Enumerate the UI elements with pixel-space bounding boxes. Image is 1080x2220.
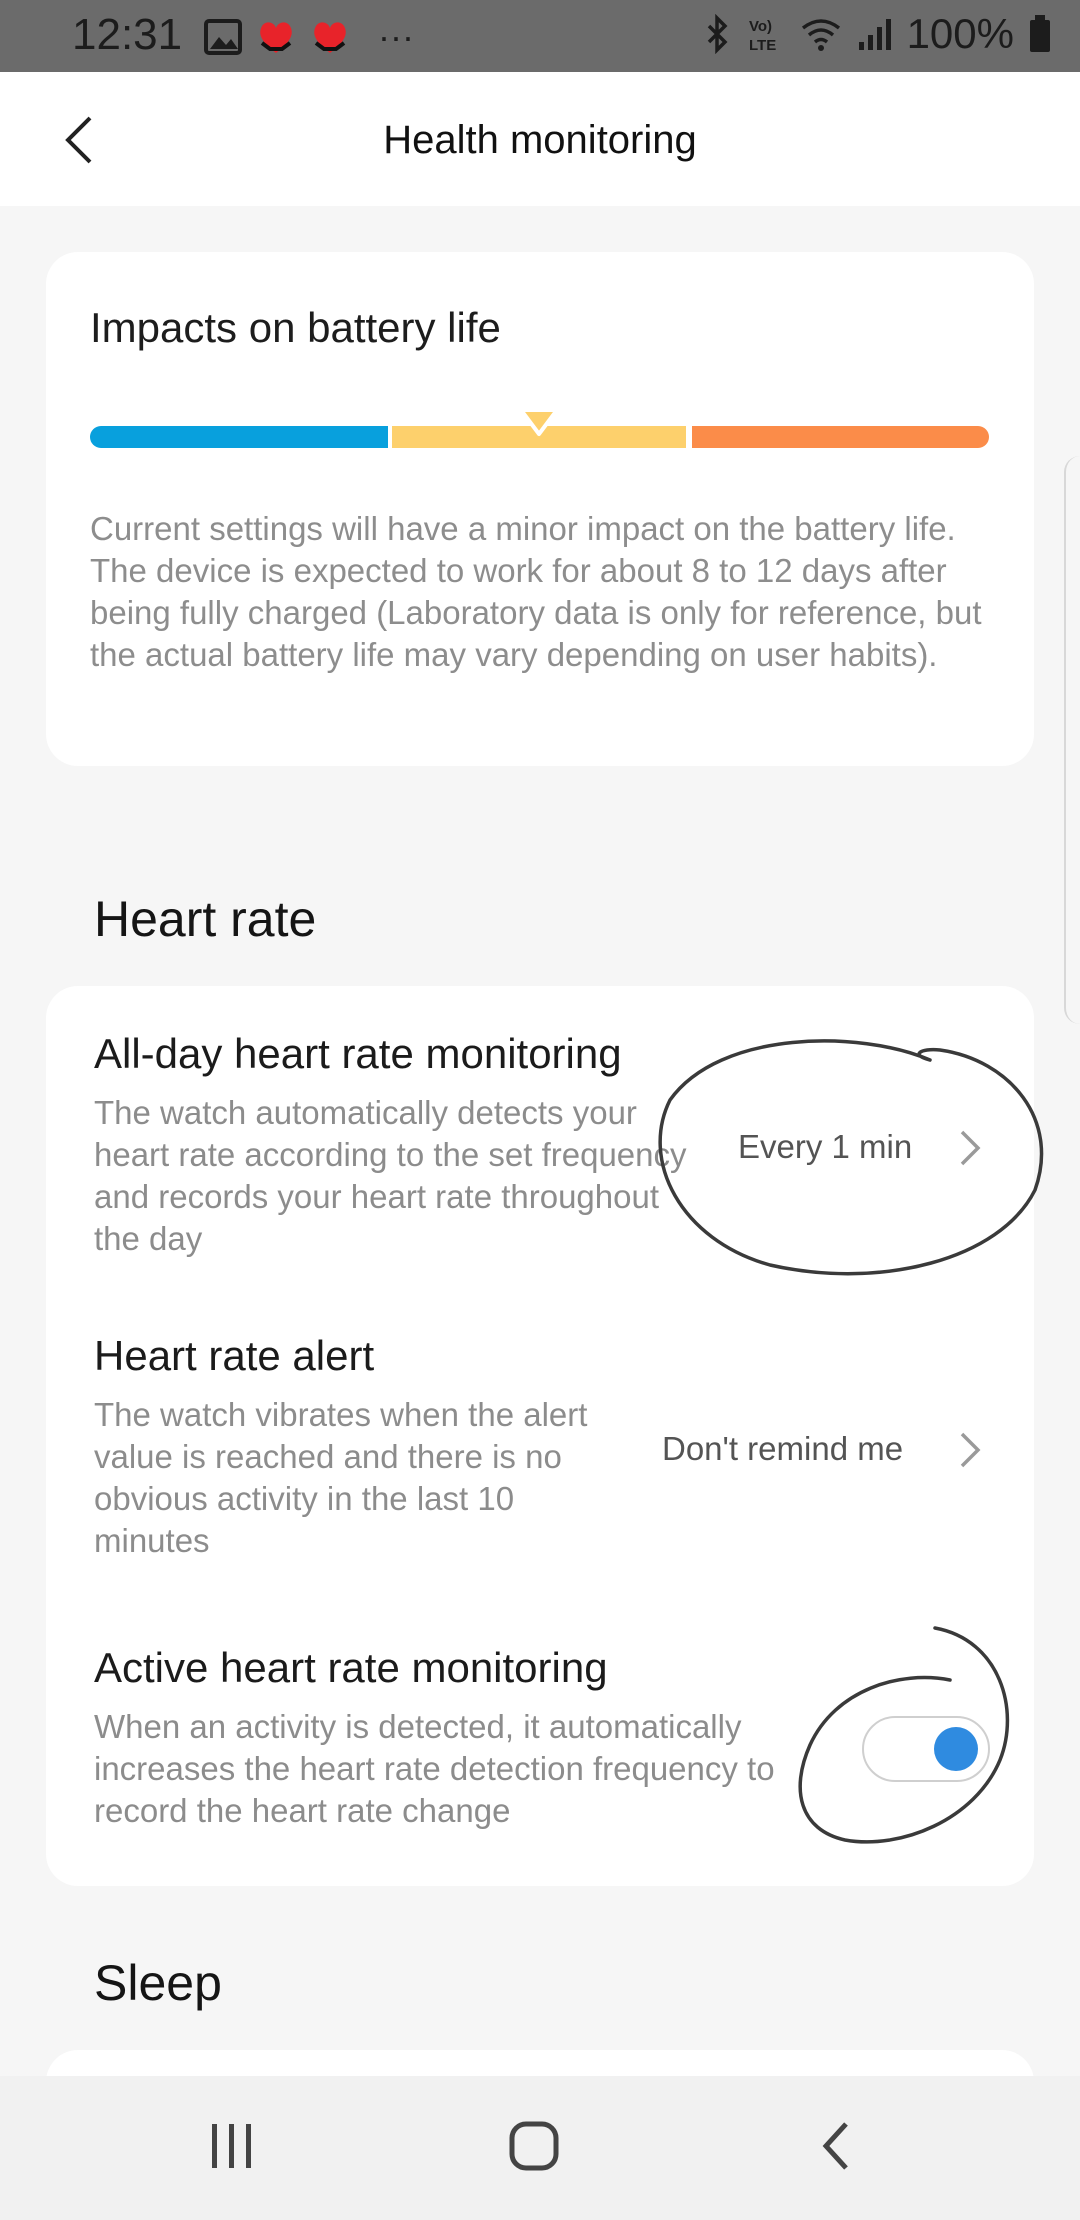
- active-heart-rate-description: When an activity is detected, it automat…: [94, 1708, 775, 1829]
- battery-icon: [1030, 15, 1050, 52]
- svg-text:Vo): Vo): [749, 18, 772, 35]
- battery-level-low-segment: [90, 426, 388, 448]
- battery-impact-title: Impacts on battery life: [90, 304, 501, 351]
- lte-label: LTE: [749, 37, 776, 54]
- app-header: Health monitoring: [0, 72, 1080, 206]
- battery-level-high-segment: [692, 426, 989, 448]
- notification-icons: ···: [204, 16, 414, 58]
- signal-icon: [858, 19, 891, 50]
- heart-rate-alert-value: Don't remind me: [662, 1430, 904, 1467]
- battery-impact-card: Impacts on battery life Current settings…: [46, 252, 1034, 766]
- heart-rate-section-title: Heart rate: [94, 891, 317, 947]
- sleep-section-title: Sleep: [94, 1955, 222, 2011]
- home-icon[interactable]: [504, 2116, 564, 2176]
- battery-impact-description: Current settings will have a minor impac…: [90, 510, 982, 673]
- heart-notification-icon: [314, 22, 346, 53]
- all-day-heart-rate-title: All-day heart rate monitoring: [94, 1030, 622, 1077]
- gallery-icon: [204, 19, 242, 55]
- volte-icon: Vo) LTE: [749, 18, 776, 54]
- status-time: 12:31: [72, 10, 183, 59]
- chevron-right-icon: [960, 1432, 981, 1468]
- active-heart-rate-title: Active heart rate monitoring: [94, 1644, 608, 1691]
- scroll-edge-handle[interactable]: [1064, 456, 1080, 1024]
- heart-rate-alert-description: The watch vibrates when the alert value …: [94, 1396, 588, 1559]
- active-heart-rate-toggle[interactable]: [862, 1716, 990, 1782]
- all-day-heart-rate-row[interactable]: All-day heart rate monitoring The watch …: [46, 986, 1034, 1286]
- heart-notification-icon: [260, 22, 292, 53]
- wifi-icon: [801, 19, 840, 51]
- recent-apps-icon[interactable]: [202, 2116, 262, 2176]
- all-day-heart-rate-description: The watch automatically detects your hea…: [94, 1094, 687, 1257]
- heart-rate-card: All-day heart rate monitoring The watch …: [46, 986, 1034, 1886]
- battery-level-indicator-icon: [519, 408, 559, 436]
- status-right: Vo) LTE 100%: [705, 10, 1052, 58]
- status-bar: 12:31 ··· Vo) LTE 100%: [0, 0, 1080, 72]
- back-nav-icon[interactable]: [808, 2116, 868, 2176]
- page-title: Health monitoring: [383, 118, 697, 162]
- more-notifications-icon: ···: [378, 16, 414, 57]
- battery-percent: 100%: [906, 10, 1014, 57]
- heart-rate-alert-title: Heart rate alert: [94, 1332, 375, 1379]
- chevron-right-icon: [960, 1130, 981, 1166]
- bluetooth-icon: [707, 14, 728, 54]
- heart-rate-alert-row[interactable]: Heart rate alert The watch vibrates when…: [46, 1286, 1034, 1586]
- toggle-knob: [934, 1727, 978, 1771]
- system-nav-bar: [0, 2076, 1080, 2220]
- all-day-heart-rate-value: Every 1 min: [738, 1128, 913, 1165]
